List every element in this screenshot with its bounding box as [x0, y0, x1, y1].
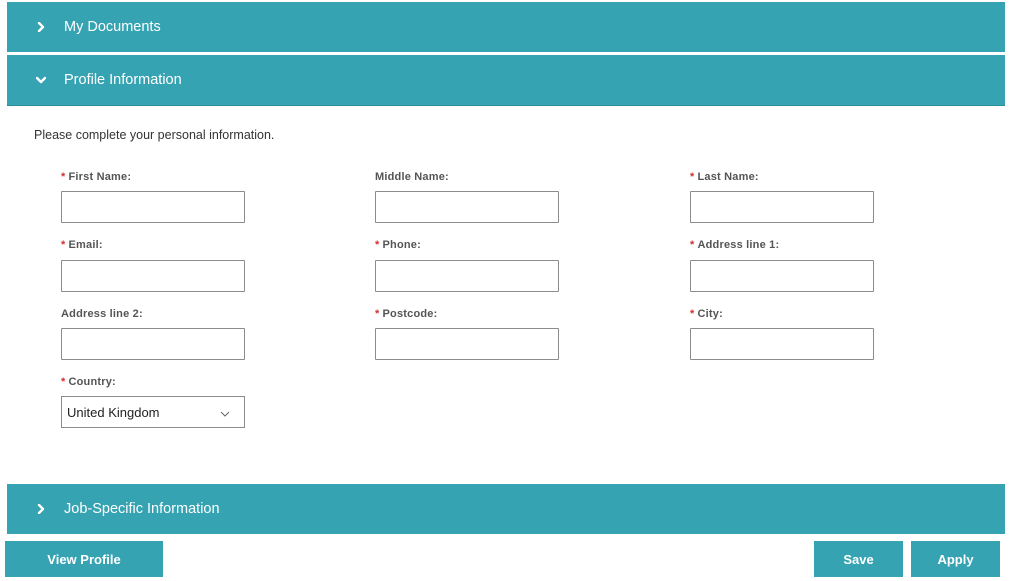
email-label: * Email: — [61, 239, 103, 251]
section-title: My Documents — [64, 19, 161, 35]
profile-intro-text: Please complete your personal informatio… — [34, 128, 275, 142]
address-line-1-input[interactable] — [690, 260, 874, 292]
address-line-2-label: Address line 2: — [61, 308, 143, 320]
section-title: Profile Information — [64, 72, 182, 88]
view-profile-button[interactable]: View Profile — [5, 541, 163, 577]
required-asterisk: * — [690, 239, 695, 251]
required-asterisk: * — [375, 308, 380, 320]
first-name-label: * First Name: — [61, 171, 132, 183]
apply-button[interactable]: Apply — [911, 541, 1000, 577]
phone-input[interactable] — [375, 260, 559, 292]
chevron-down-icon — [35, 74, 47, 86]
postcode-label: * Postcode: — [375, 308, 438, 320]
last-name-input[interactable] — [690, 191, 874, 223]
required-asterisk: * — [690, 308, 695, 320]
postcode-input[interactable] — [375, 328, 559, 360]
country-selected-value: United Kingdom — [67, 404, 160, 420]
required-asterisk: * — [61, 376, 66, 388]
last-name-label: * Last Name: — [690, 171, 759, 183]
chevron-right-icon — [35, 503, 47, 515]
section-header-job-specific-information[interactable]: Job-Specific Information — [7, 484, 1005, 534]
save-button[interactable]: Save — [814, 541, 903, 577]
chevron-right-icon — [35, 21, 47, 33]
required-asterisk: * — [61, 239, 66, 251]
city-input[interactable] — [690, 328, 874, 360]
first-name-input[interactable] — [61, 191, 245, 223]
section-header-profile-information[interactable]: Profile Information — [7, 55, 1005, 106]
city-label: * City: — [690, 308, 723, 320]
address-line-1-label: * Address line 1: — [690, 239, 780, 251]
address-line-2-input[interactable] — [61, 328, 245, 360]
middle-name-input[interactable] — [375, 191, 559, 223]
required-asterisk: * — [61, 171, 66, 183]
section-title: Job-Specific Information — [64, 501, 220, 517]
required-asterisk: * — [690, 171, 695, 183]
email-input[interactable] — [61, 260, 245, 292]
required-asterisk: * — [375, 239, 380, 251]
middle-name-label: Middle Name: — [375, 171, 449, 183]
country-label: * Country: — [61, 376, 116, 388]
phone-label: * Phone: — [375, 239, 421, 251]
section-header-my-documents[interactable]: My Documents — [7, 2, 1005, 52]
chevron-down-icon — [220, 405, 230, 420]
country-select[interactable]: United Kingdom — [61, 396, 245, 428]
